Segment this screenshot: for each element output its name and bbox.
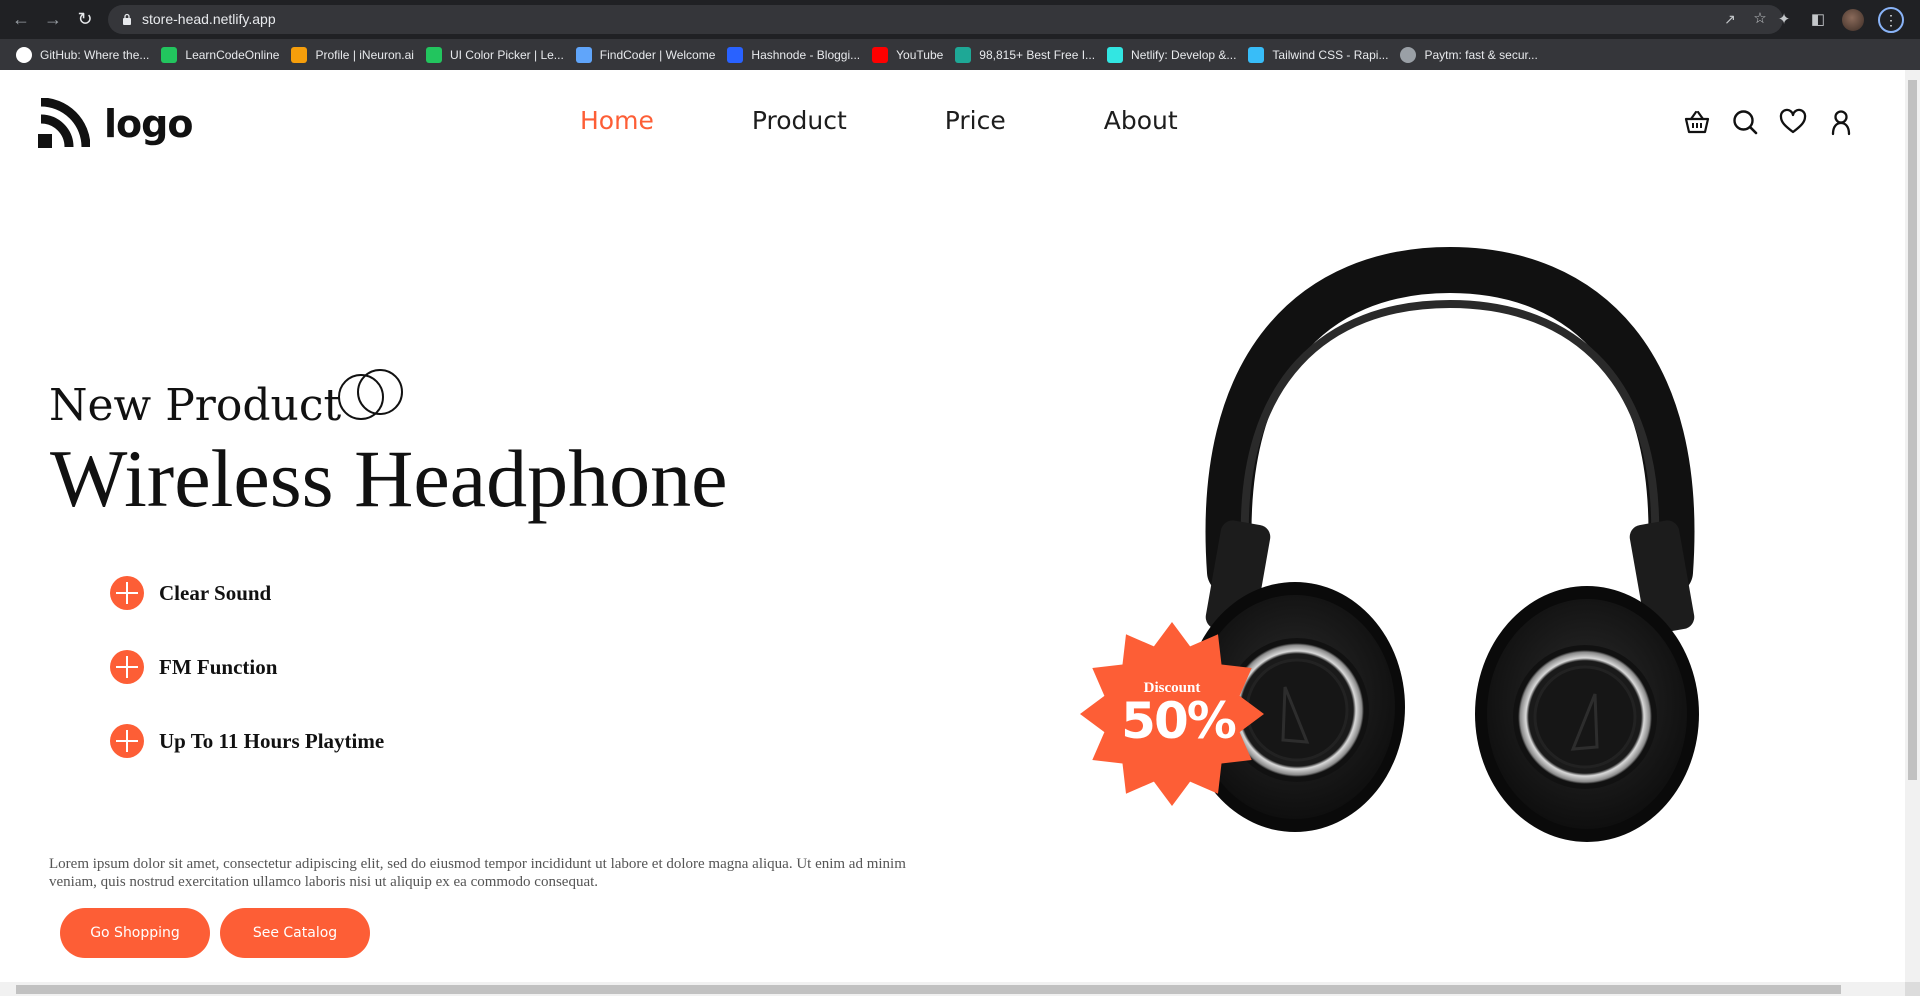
bookmark-label: Hashnode - Bloggi... — [751, 47, 861, 62]
star-icon[interactable]: ☆ — [1751, 10, 1769, 28]
browser-actions: ✦ ◧ ⋮ — [1774, 5, 1904, 34]
feature-label: Clear Sound — [159, 580, 272, 605]
discount-value: 50% — [1121, 692, 1237, 750]
plus-icon — [110, 724, 144, 758]
horizontal-scrollbar[interactable] — [0, 982, 1905, 996]
tailwind-icon — [1248, 46, 1265, 63]
feature-item: FM Function — [110, 650, 277, 684]
hero-description: Lorem ipsum dolor sit amet, consectetur … — [49, 856, 906, 890]
share-icon[interactable]: ↗ — [1721, 10, 1739, 28]
bookmark-label: UI Color Picker | Le... — [449, 47, 564, 62]
bookmark-label: YouTube — [896, 47, 944, 62]
nav-home[interactable]: Home — [580, 106, 654, 135]
bookmark-item[interactable]: YouTube — [868, 43, 951, 67]
browser-toolbar: ← → ↻ store-head.netlify.app ↗ ☆ ✦ ◧ ⋮ — [0, 0, 1920, 39]
freepik-icon — [955, 46, 972, 63]
learncodeonline-icon — [425, 46, 442, 63]
bookmark-item[interactable]: Profile | iNeuron.ai — [287, 43, 422, 67]
bookmark-label: Tailwind CSS - Rapi... — [1272, 47, 1389, 62]
bookmark-item[interactable]: Netlify: Develop &... — [1103, 43, 1244, 67]
bookmark-item[interactable]: LearnCodeOnline — [157, 43, 287, 67]
learncodeonline-icon — [161, 46, 178, 63]
page-viewport: logo Home Product Price About New Produc… — [0, 70, 1905, 982]
bookmark-label: Profile | iNeuron.ai — [315, 47, 414, 62]
url-text: store-head.netlify.app — [142, 11, 276, 27]
vertical-scroll-thumb[interactable] — [1908, 80, 1917, 780]
hashnode-icon — [727, 46, 744, 63]
header-actions — [1683, 108, 1855, 136]
main-nav: Home Product Price About — [580, 106, 1276, 135]
bookmark-label: FindCoder | Welcome — [599, 47, 716, 62]
plus-icon — [110, 576, 144, 610]
forward-arrow-icon[interactable]: → — [42, 8, 64, 30]
ineuron-icon — [291, 46, 308, 63]
hero-title: Wireless Headphone — [50, 433, 728, 524]
bookmark-item[interactable]: Paytm: fast & secur... — [1396, 43, 1545, 67]
feature-label: FM Function — [159, 654, 278, 679]
search-icon[interactable] — [1731, 108, 1759, 136]
address-bar[interactable]: store-head.netlify.app ↗ ☆ — [108, 5, 1783, 34]
plus-icon — [110, 650, 144, 684]
code-icon — [575, 46, 592, 63]
hero-kicker: New Product — [49, 380, 342, 431]
bookmark-item[interactable]: 98,815+ Best Free I... — [951, 43, 1103, 67]
bookmark-item[interactable]: Tailwind CSS - Rapi... — [1244, 43, 1396, 67]
bookmark-label: LearnCodeOnline — [185, 47, 280, 62]
lock-icon — [123, 13, 131, 25]
extensions-icon[interactable]: ✦ — [1774, 10, 1794, 30]
bookmark-item[interactable]: GitHub: Where the... — [12, 43, 157, 67]
site-logo[interactable]: logo — [38, 98, 193, 150]
bookmark-label: GitHub: Where the... — [40, 47, 150, 62]
reload-icon[interactable]: ↻ — [74, 8, 96, 30]
back-arrow-icon[interactable]: ← — [10, 8, 32, 30]
side-panel-icon[interactable]: ◧ — [1808, 10, 1828, 30]
logo-icon — [38, 98, 90, 148]
profile-avatar[interactable] — [1842, 8, 1864, 31]
go-shopping-button[interactable]: Go Shopping — [60, 908, 210, 958]
rings-icon — [338, 369, 403, 420]
bookmark-item[interactable]: UI Color Picker | Le... — [422, 43, 572, 67]
feature-label: Up To 11 Hours Playtime — [159, 728, 385, 753]
basket-icon[interactable] — [1683, 108, 1711, 136]
youtube-icon — [872, 46, 889, 63]
logo-text: logo — [104, 102, 193, 146]
feature-item: Up To 11 Hours Playtime — [110, 724, 384, 758]
kebab-menu-icon[interactable]: ⋮ — [1878, 6, 1904, 33]
nav-price[interactable]: Price — [945, 106, 1006, 135]
heart-icon[interactable] — [1779, 108, 1807, 136]
user-icon[interactable] — [1827, 108, 1855, 136]
bookmark-item[interactable]: Hashnode - Bloggi... — [723, 43, 868, 67]
bookmark-item[interactable]: FindCoder | Welcome — [572, 43, 724, 67]
bookmarks-bar: GitHub: Where the... LearnCodeOnline Profi… — [0, 39, 1920, 70]
netlify-icon — [1107, 46, 1124, 63]
bookmark-label: Paytm: fast & secur... — [1424, 47, 1538, 62]
see-catalog-button[interactable]: See Catalog — [220, 908, 370, 958]
globe-icon — [1400, 46, 1417, 63]
bookmark-label: Netlify: Develop &... — [1131, 47, 1237, 62]
horizontal-scroll-thumb[interactable] — [16, 985, 1841, 994]
nav-about[interactable]: About — [1104, 106, 1178, 135]
scrollbar-corner — [1905, 982, 1920, 996]
feature-item: Clear Sound — [110, 576, 271, 610]
github-icon — [16, 46, 32, 63]
bookmark-label: 98,815+ Best Free I... — [979, 47, 1096, 62]
nav-product[interactable]: Product — [752, 106, 847, 135]
vertical-scrollbar[interactable] — [1905, 70, 1920, 982]
